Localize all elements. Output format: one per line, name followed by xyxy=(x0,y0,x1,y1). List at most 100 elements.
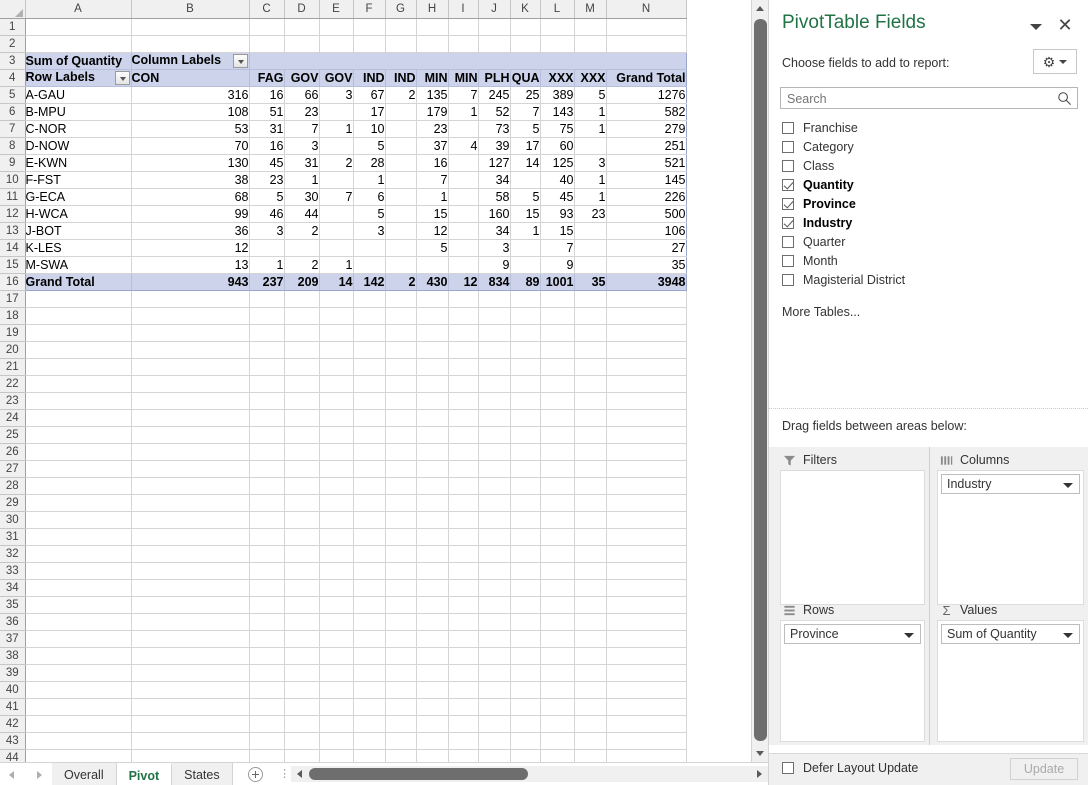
cell-empty[interactable] xyxy=(606,596,686,613)
cell-empty[interactable] xyxy=(385,18,416,35)
cell-empty[interactable] xyxy=(540,681,574,698)
pivot-grand-total-cell[interactable]: 35 xyxy=(574,273,606,290)
cell-empty[interactable] xyxy=(319,698,353,715)
cell-empty[interactable] xyxy=(574,324,606,341)
cell-empty[interactable] xyxy=(284,375,319,392)
pivot-row-label[interactable]: F-FST xyxy=(25,171,131,188)
cell-empty[interactable] xyxy=(448,579,478,596)
search-input[interactable] xyxy=(785,90,1050,108)
cell-empty[interactable] xyxy=(416,35,448,52)
cell-empty[interactable] xyxy=(249,392,284,409)
cell-empty[interactable] xyxy=(131,664,249,681)
cell-empty[interactable] xyxy=(284,477,319,494)
sheet-row[interactable]: 7C-NOR5331711023735751279 xyxy=(0,120,686,137)
cell-empty[interactable] xyxy=(385,613,416,630)
cell-empty[interactable] xyxy=(131,375,249,392)
pivot-cell[interactable]: 15 xyxy=(510,205,540,222)
cell-empty[interactable] xyxy=(249,596,284,613)
pivot-cell[interactable]: 60 xyxy=(540,137,574,154)
pivot-cell[interactable]: 1 xyxy=(574,171,606,188)
cell-empty[interactable] xyxy=(478,732,510,749)
cell-empty[interactable] xyxy=(606,341,686,358)
row-header-12[interactable]: 12 xyxy=(0,205,25,222)
cell-empty[interactable] xyxy=(510,681,540,698)
cell-empty[interactable] xyxy=(416,409,448,426)
cell-empty[interactable] xyxy=(249,562,284,579)
cell-empty[interactable] xyxy=(448,647,478,664)
cell-empty[interactable] xyxy=(478,460,510,477)
cell-empty[interactable] xyxy=(249,375,284,392)
pivot-cell[interactable]: 75 xyxy=(540,120,574,137)
pane-options-dropdown[interactable] xyxy=(1030,22,1044,32)
sheet-row[interactable]: 42 xyxy=(0,715,686,732)
cell-empty[interactable] xyxy=(353,681,385,698)
cell-empty[interactable] xyxy=(574,715,606,732)
cell-empty[interactable] xyxy=(540,494,574,511)
cell-empty[interactable] xyxy=(510,426,540,443)
cell-empty[interactable] xyxy=(131,35,249,52)
cell-empty[interactable] xyxy=(385,358,416,375)
cell-empty[interactable] xyxy=(385,715,416,732)
sheet-row[interactable]: 27 xyxy=(0,460,686,477)
pivot-cell[interactable]: 1 xyxy=(510,222,540,239)
cell-empty[interactable] xyxy=(385,307,416,324)
cell-empty[interactable] xyxy=(353,392,385,409)
cell-empty[interactable] xyxy=(131,392,249,409)
row-header-7[interactable]: 7 xyxy=(0,120,25,137)
column-header-M[interactable]: M xyxy=(574,0,606,18)
pivot-cell[interactable]: 125 xyxy=(540,154,574,171)
pivot-row-total[interactable]: 106 xyxy=(606,222,686,239)
cell-empty[interactable] xyxy=(510,647,540,664)
scroll-up-button[interactable] xyxy=(752,0,768,17)
row-header-10[interactable]: 10 xyxy=(0,171,25,188)
column-header-H[interactable]: H xyxy=(416,0,448,18)
cell-empty[interactable] xyxy=(478,494,510,511)
field-row-franchise[interactable]: Franchise xyxy=(769,118,1088,137)
pivot-cell[interactable]: 28 xyxy=(353,154,385,171)
cell-empty[interactable] xyxy=(448,341,478,358)
field-list-settings-button[interactable]: ⚙ xyxy=(1033,49,1077,74)
cell-empty[interactable] xyxy=(319,375,353,392)
cell-empty[interactable] xyxy=(540,715,574,732)
row-header-35[interactable]: 35 xyxy=(0,596,25,613)
pivot-cell[interactable]: 5 xyxy=(574,86,606,103)
sheet-row[interactable]: 35 xyxy=(0,596,686,613)
cell-empty[interactable] xyxy=(510,511,540,528)
cell-empty[interactable] xyxy=(416,613,448,630)
cell-empty[interactable] xyxy=(353,698,385,715)
chevron-down-icon[interactable] xyxy=(1063,633,1073,638)
cell-empty[interactable] xyxy=(478,749,510,762)
cell-empty[interactable] xyxy=(319,392,353,409)
pivot-col-header-XXX-10[interactable]: XXX xyxy=(540,69,574,86)
column-header-I[interactable]: I xyxy=(448,0,478,18)
cell-empty[interactable] xyxy=(25,732,131,749)
cell-empty[interactable] xyxy=(448,307,478,324)
sheet-row[interactable]: 29 xyxy=(0,494,686,511)
row-header-15[interactable]: 15 xyxy=(0,256,25,273)
cell-empty[interactable] xyxy=(284,494,319,511)
cell-empty[interactable] xyxy=(448,511,478,528)
cell-empty[interactable] xyxy=(131,358,249,375)
sheet-tab-states[interactable]: States xyxy=(172,763,232,785)
cell-empty[interactable] xyxy=(385,443,416,460)
pivot-cell[interactable] xyxy=(574,222,606,239)
column-header-B[interactable]: B xyxy=(131,0,249,18)
cell-empty[interactable] xyxy=(385,596,416,613)
pivot-cell[interactable]: 245 xyxy=(478,86,510,103)
cell-empty[interactable] xyxy=(319,290,353,307)
pivot-grand-total-cell[interactable]: 430 xyxy=(416,273,448,290)
pivot-cell[interactable] xyxy=(385,239,416,256)
cell-empty[interactable] xyxy=(25,392,131,409)
pivot-cell[interactable]: 52 xyxy=(478,103,510,120)
pivot-cell[interactable]: 16 xyxy=(249,86,284,103)
cell-empty[interactable] xyxy=(131,528,249,545)
sheet-row[interactable]: 10F-FST382311734401145 xyxy=(0,171,686,188)
cell-empty[interactable] xyxy=(574,579,606,596)
column-header-C[interactable]: C xyxy=(249,0,284,18)
row-header-2[interactable]: 2 xyxy=(0,35,25,52)
sheet-row[interactable]: 32 xyxy=(0,545,686,562)
cell-empty[interactable] xyxy=(131,409,249,426)
cell-empty[interactable] xyxy=(606,545,686,562)
column-header-row[interactable]: A B C D E F G H I J K L M N xyxy=(0,0,686,18)
cell-empty[interactable] xyxy=(478,664,510,681)
